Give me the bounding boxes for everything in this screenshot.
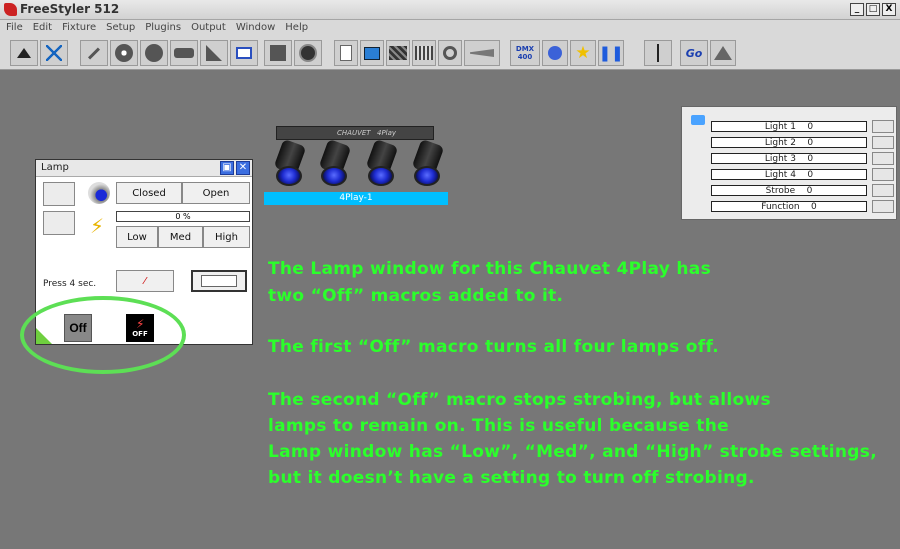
- highlight-ellipse: [20, 296, 186, 374]
- close-button[interactable]: X: [882, 3, 896, 16]
- menu-plugins[interactable]: Plugins: [145, 20, 181, 36]
- timer-icon[interactable]: [294, 40, 322, 66]
- channel-row-light-4[interactable]: Light 4 0: [711, 169, 867, 180]
- beam-icon[interactable]: [464, 40, 500, 66]
- cross-select-icon[interactable]: [40, 40, 68, 66]
- menu-setup[interactable]: Setup: [106, 20, 135, 36]
- channel-row-function[interactable]: Function 0: [711, 201, 867, 212]
- lamp-slot[interactable]: [43, 182, 75, 206]
- lamp-on-button[interactable]: [191, 270, 247, 292]
- annotation-line: two “Off” macros added to it.: [268, 286, 564, 306]
- fixture-bar: CHAUVET 4Play: [276, 126, 434, 140]
- strobe-med-button[interactable]: Med: [158, 226, 203, 248]
- star-icon[interactable]: ★: [570, 40, 596, 66]
- channel-button[interactable]: [872, 152, 894, 165]
- menu-window[interactable]: Window: [236, 20, 275, 36]
- shutter-closed-button[interactable]: Closed: [116, 182, 182, 204]
- speaker-icon[interactable]: [438, 40, 462, 66]
- annotation-line: lamps to remain on. This is useful becau…: [268, 416, 729, 436]
- bulb-icon: [201, 275, 237, 287]
- lamp-window-title: Lamp: [41, 162, 69, 173]
- title-bar: FreeStyler 512 _ □ X: [0, 0, 900, 20]
- fixture-4play[interactable]: CHAUVET 4Play 4Play-1: [264, 124, 448, 206]
- go-button[interactable]: Go: [680, 40, 708, 66]
- effects-icon[interactable]: [170, 40, 198, 66]
- menu-output[interactable]: Output: [191, 20, 226, 36]
- wand-icon[interactable]: [80, 40, 108, 66]
- dmx-label: DMX: [515, 45, 535, 53]
- spotlight-icon: [88, 182, 110, 204]
- grandmaster-fader-icon[interactable]: [644, 40, 672, 66]
- fixture-lamp: [365, 138, 399, 188]
- cue-monitor-icon[interactable]: [360, 40, 384, 66]
- menu-fixture[interactable]: Fixture: [62, 20, 96, 36]
- mixer-icon[interactable]: [264, 40, 292, 66]
- lamp-window-header: Lamp ▣ ✕: [36, 160, 252, 177]
- channel-button[interactable]: [872, 200, 894, 213]
- fixture-lamp: [411, 138, 445, 188]
- lock-icon[interactable]: ▣: [220, 161, 234, 175]
- lamp-window-close-icon[interactable]: ✕: [236, 161, 250, 175]
- annotation-line: The first “Off” macro turns all four lam…: [268, 337, 719, 357]
- channel-button[interactable]: [872, 184, 894, 197]
- channel-button[interactable]: [872, 120, 894, 133]
- annotation-line: The Lamp window for this Chauvet 4Play h…: [268, 259, 711, 279]
- menu-file[interactable]: File: [6, 20, 23, 36]
- annotation-line: The second “Off” macro stops strobing, b…: [268, 390, 771, 410]
- menu-help[interactable]: Help: [285, 20, 308, 36]
- gobo-wheel-icon[interactable]: [110, 40, 138, 66]
- pause-icon[interactable]: ❚❚: [598, 40, 624, 66]
- color-wheel-icon[interactable]: [140, 40, 168, 66]
- fixture-lamp: [273, 138, 307, 188]
- dock-arrow-icon[interactable]: [691, 115, 705, 125]
- strobe-bolt-icon: ⚡: [90, 214, 105, 238]
- channel-button[interactable]: [872, 136, 894, 149]
- dmx-400-button[interactable]: DMX 400: [510, 40, 540, 66]
- minimize-button[interactable]: _: [850, 3, 864, 16]
- strobe-level-bar[interactable]: 0 %: [116, 211, 250, 222]
- faders-icon[interactable]: [412, 40, 436, 66]
- window-title: FreeStyler 512: [20, 2, 120, 16]
- channel-row-strobe[interactable]: Strobe 0: [711, 185, 867, 196]
- maximize-button[interactable]: □: [866, 3, 880, 16]
- sequence-icon[interactable]: [386, 40, 410, 66]
- fixture-model: 4Play: [377, 129, 397, 137]
- panel-icon[interactable]: [230, 40, 258, 66]
- app-icon: [4, 3, 17, 16]
- blackout-icon[interactable]: [710, 40, 736, 66]
- annotation-line: Lamp window has “Low”, “Med”, and “High”…: [268, 442, 877, 462]
- strobe-high-button[interactable]: High: [203, 226, 250, 248]
- strobe-slot[interactable]: [43, 211, 75, 235]
- channel-button[interactable]: [872, 168, 894, 181]
- window-controls: _ □ X: [850, 3, 896, 16]
- menu-bar: File Edit Fixture Setup Plugins Output W…: [0, 20, 900, 36]
- fixture-brand: CHAUVET: [337, 129, 371, 137]
- strobe-percent: 0 %: [175, 212, 191, 221]
- menu-edit[interactable]: Edit: [33, 20, 52, 36]
- fixture-lamp: [318, 138, 352, 188]
- shutter-icon[interactable]: [200, 40, 228, 66]
- strobe-low-button[interactable]: Low: [116, 226, 158, 248]
- new-document-icon[interactable]: [334, 40, 358, 66]
- channel-row-light-3[interactable]: Light 3 0: [711, 153, 867, 164]
- channel-panel: Light 1 0 Light 2 0 Light 3 0 Light 4 0 …: [681, 106, 897, 220]
- channel-row-light-2[interactable]: Light 2 0: [711, 137, 867, 148]
- arrange-icon[interactable]: [10, 40, 38, 66]
- dmx-number: 400: [517, 53, 533, 61]
- annotation-line: but it doesn’t have a setting to turn of…: [268, 468, 755, 488]
- channel-row-light-1[interactable]: Light 1 0: [711, 121, 867, 132]
- lamp-strike-button[interactable]: ⁄: [116, 270, 174, 292]
- press-hint: Press 4 sec.: [43, 279, 97, 289]
- spotlight-icon[interactable]: [542, 40, 568, 66]
- toolbar: DMX 400 ★ ❚❚ Go: [0, 36, 900, 70]
- fixture-label: 4Play-1: [264, 192, 448, 205]
- shutter-open-button[interactable]: Open: [182, 182, 250, 204]
